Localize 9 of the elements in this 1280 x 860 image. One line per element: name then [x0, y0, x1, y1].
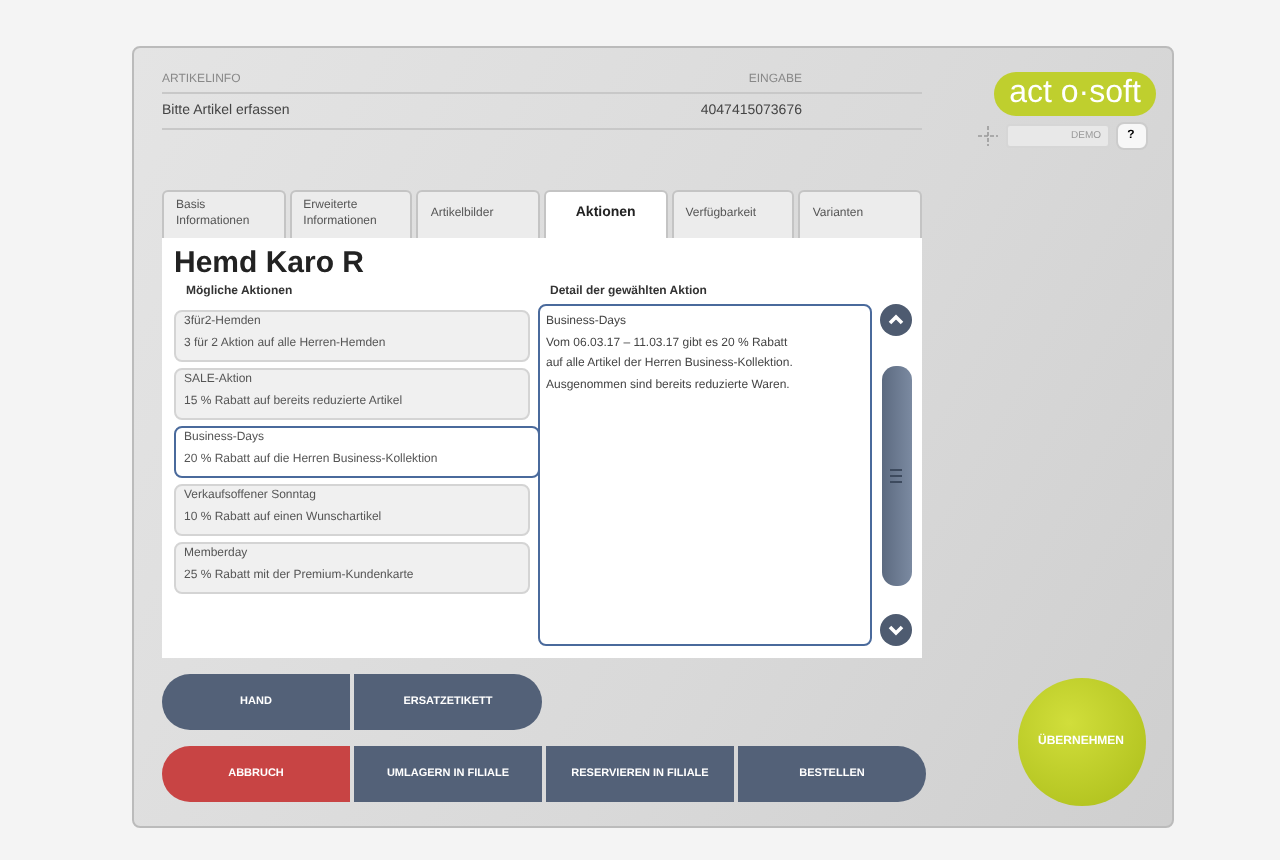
- scroll-down-button[interactable]: [880, 614, 912, 646]
- chevron-up-icon: [886, 310, 906, 330]
- scroll-thumb[interactable]: [881, 365, 911, 585]
- logo: act o·soft: [993, 72, 1157, 116]
- grip-icon: [890, 465, 902, 485]
- article-title: Hemd Karo R: [174, 246, 367, 280]
- chevron-down-icon: [886, 620, 906, 640]
- crosshair-icon: [975, 124, 999, 148]
- scroll-up-button[interactable]: [880, 304, 912, 336]
